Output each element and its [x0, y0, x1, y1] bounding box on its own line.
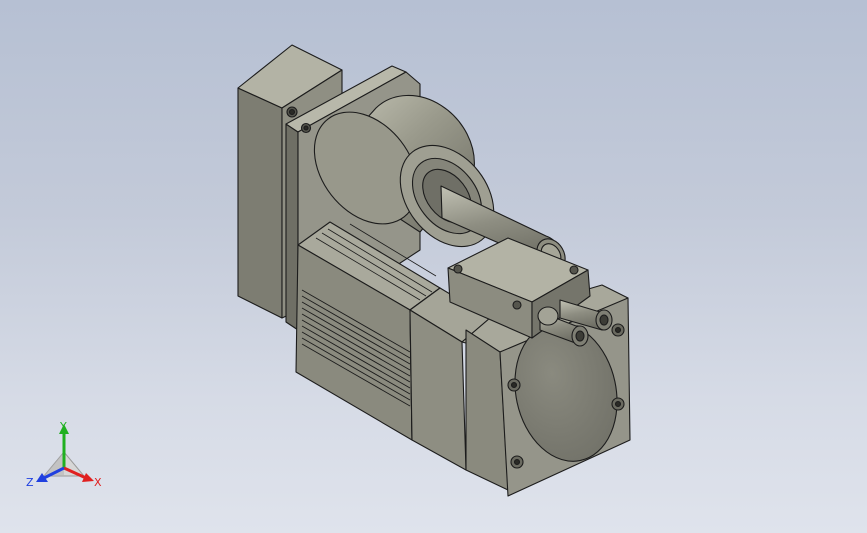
y-axis-label: Y — [59, 420, 67, 433]
orientation-triad[interactable]: Y X Z — [24, 418, 108, 494]
z-axis-label: Z — [26, 476, 34, 489]
x-axis-label: X — [94, 476, 102, 489]
servo-motor-model[interactable] — [0, 0, 867, 533]
graphics-viewport[interactable]: Y X Z — [0, 0, 867, 533]
